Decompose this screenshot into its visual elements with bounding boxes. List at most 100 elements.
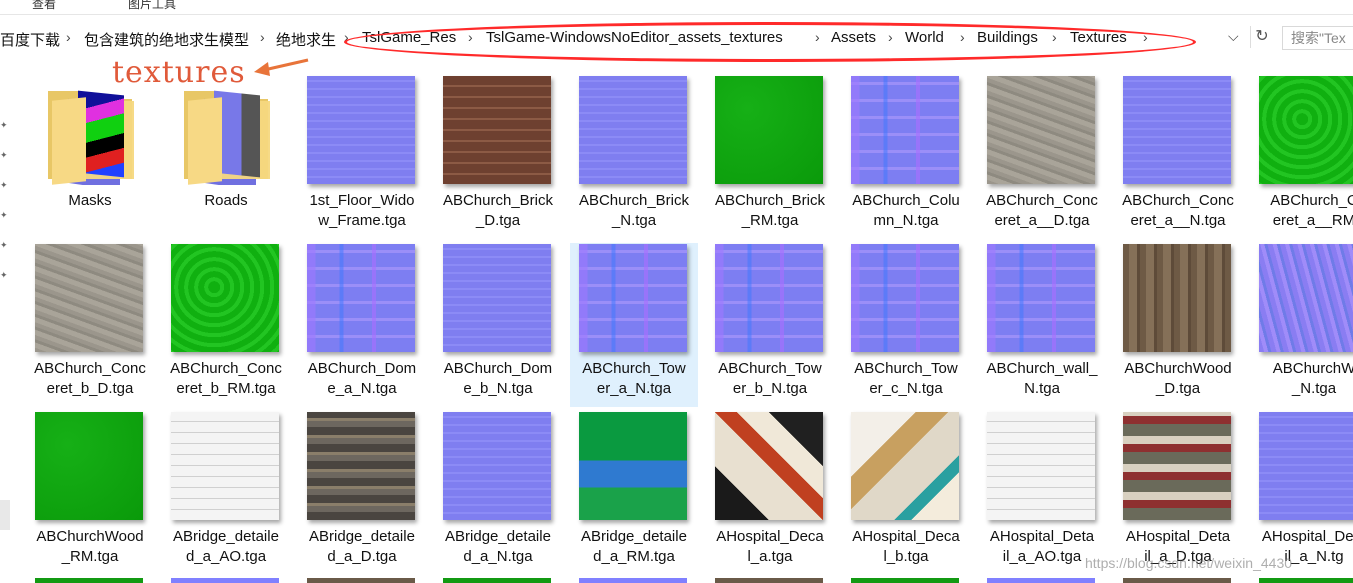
chevron-right-icon[interactable]: › xyxy=(468,29,473,45)
file-item[interactable]: ABChurch_wall_ N.tga xyxy=(978,243,1106,407)
file-name-label: ABChurch_Dom e_a_N.tga xyxy=(298,359,426,399)
file-item[interactable]: ABChurchWood _RM.tga xyxy=(26,411,154,575)
texture-thumbnail-partial[interactable] xyxy=(579,578,687,583)
texture-thumbnail xyxy=(35,244,143,352)
chevron-right-icon[interactable]: › xyxy=(66,29,71,45)
breadcrumb-item[interactable]: 绝地求生 xyxy=(276,29,336,50)
texture-thumbnail xyxy=(443,412,551,520)
file-item[interactable]: ABChurchWood _D.tga xyxy=(1114,243,1242,407)
nav-pane-scrollbar[interactable] xyxy=(0,500,10,530)
folder-item[interactable]: Roads xyxy=(162,75,290,239)
breadcrumb-item[interactable]: Buildings xyxy=(977,29,1038,46)
file-name-label: AHospital_Deca l_a.tga xyxy=(706,527,834,567)
file-name-line: d_a_AO.tga xyxy=(185,548,267,565)
chevron-right-icon[interactable]: › xyxy=(344,29,349,45)
file-item[interactable]: AHospital_Deca l_a.tga xyxy=(706,411,834,575)
file-item[interactable]: ABChurch_Tow er_a_N.tga xyxy=(570,243,698,407)
file-item[interactable]: ABChurch_Dom e_b_N.tga xyxy=(434,243,562,407)
file-item[interactable]: ABridge_detaile d_a_N.tga xyxy=(434,411,562,575)
pin-icon[interactable]: ✦ xyxy=(0,240,8,251)
tab-picture-tools[interactable]: 图片工具 xyxy=(128,0,176,12)
file-name-line: ABChurch_Dom xyxy=(443,360,553,377)
chevron-right-icon[interactable]: › xyxy=(1143,29,1148,45)
file-item[interactable]: ABChurch_C eret_a__RM xyxy=(1250,75,1353,239)
pin-icon[interactable]: ✦ xyxy=(0,210,8,221)
file-item[interactable]: ABridge_detaile d_a_RM.tga xyxy=(570,411,698,575)
texture-thumbnail-partial[interactable] xyxy=(1259,578,1353,583)
chevron-right-icon[interactable]: › xyxy=(1052,29,1057,45)
texture-thumbnail-partial[interactable] xyxy=(35,578,143,583)
chevron-right-icon[interactable]: › xyxy=(260,29,265,45)
breadcrumb-item[interactable]: Textures xyxy=(1070,29,1127,46)
file-name-line: ABChurch_Conc xyxy=(170,360,282,377)
breadcrumb-item[interactable]: 包含建筑的绝地求生模型 xyxy=(84,29,249,50)
tab-view[interactable]: 查看 xyxy=(32,0,56,12)
texture-thumbnail-partial[interactable] xyxy=(851,578,959,583)
file-item[interactable]: AHospital_Detail_a_N.tg xyxy=(1250,411,1353,575)
folder-item[interactable]: Masks xyxy=(26,75,154,239)
breadcrumb-item[interactable]: 百度下载 xyxy=(0,29,60,50)
breadcrumb[interactable]: 百度下载 › 包含建筑的绝地求生模型 › 绝地求生 › TslGame_Res … xyxy=(0,22,1250,54)
breadcrumb-item[interactable]: Assets xyxy=(831,29,876,46)
pin-icon[interactable]: ✦ xyxy=(0,270,8,281)
file-item[interactable]: AHospital_Deca l_b.tga xyxy=(842,411,970,575)
file-name-line: ABChurchW xyxy=(1272,360,1353,377)
pin-icon[interactable]: ✦ xyxy=(0,150,8,161)
chevron-down-icon[interactable]: ⌵ xyxy=(1228,28,1239,45)
file-name-label: Roads xyxy=(162,191,290,211)
pin-icon[interactable]: ✦ xyxy=(0,180,8,191)
texture-thumbnail-partial[interactable] xyxy=(171,578,279,583)
chevron-right-icon[interactable]: › xyxy=(960,29,965,45)
file-item[interactable]: ABChurch_Conc eret_a__N.tga xyxy=(1114,75,1242,239)
file-name-line: ABChurch_Conc xyxy=(34,360,146,377)
file-item[interactable]: ABChurch_Brick _RM.tga xyxy=(706,75,834,239)
file-name-line: l_a.tga xyxy=(747,548,793,565)
breadcrumb-item[interactable]: TslGame_Res xyxy=(362,29,456,46)
file-name-line: ABChurch_Conc xyxy=(1122,192,1234,209)
texture-thumbnail-partial[interactable] xyxy=(715,578,823,583)
pin-icon[interactable]: ✦ xyxy=(0,120,8,131)
refresh-icon[interactable]: ↻ xyxy=(1250,26,1273,48)
file-item[interactable]: ABChurch_Tow er_c_N.tga xyxy=(842,243,970,407)
file-name-line: ABChurch_Colu xyxy=(852,192,960,209)
file-item[interactable]: ABChurch_Conc eret_b_D.tga xyxy=(26,243,154,407)
chevron-right-icon[interactable]: › xyxy=(815,29,820,45)
file-item[interactable]: ABChurch_Tow er_b_N.tga xyxy=(706,243,834,407)
file-name-label: ABChurchW _N.tga xyxy=(1250,359,1353,399)
watermark: https://blog.csdn.net/weixin_4430 xyxy=(1085,555,1293,571)
texture-thumbnail-partial[interactable] xyxy=(1123,578,1231,583)
texture-thumbnail-partial[interactable] xyxy=(307,578,415,583)
file-item[interactable]: 1st_Floor_Wido w_Frame.tga xyxy=(298,75,426,239)
file-item[interactable]: ABChurch_Colu mn_N.tga xyxy=(842,75,970,239)
breadcrumb-item[interactable]: TslGame-WindowsNoEditor_assets_textures xyxy=(486,29,783,46)
file-item[interactable]: ABridge_detaile d_a_AO.tga xyxy=(162,411,290,575)
file-name-label: Masks xyxy=(26,191,154,211)
file-item[interactable]: AHospital_Deta il_a_D.tga xyxy=(1114,411,1242,575)
file-name-label: ABChurch_Tow er_c_N.tga xyxy=(842,359,970,399)
file-item[interactable]: ABridge_detaile d_a_D.tga xyxy=(298,411,426,575)
file-item[interactable]: ABChurch_Dom e_a_N.tga xyxy=(298,243,426,407)
texture-thumbnail-partial[interactable] xyxy=(443,578,551,583)
file-item[interactable]: ABChurch_Brick _D.tga xyxy=(434,75,562,239)
file-name-line: ABChurch_Tow xyxy=(718,360,822,377)
chevron-right-icon[interactable]: › xyxy=(888,29,893,45)
file-name-label: ABridge_detaile d_a_RM.tga xyxy=(570,527,698,567)
texture-thumbnail xyxy=(1259,76,1353,184)
file-item[interactable]: ABChurch_Conc eret_a__D.tga xyxy=(978,75,1106,239)
file-item[interactable]: ABChurch_Conc eret_b_RM.tga xyxy=(162,243,290,407)
texture-thumbnail-partial[interactable] xyxy=(987,578,1095,583)
file-name-line: _RM.tga xyxy=(741,212,799,229)
file-item[interactable]: AHospital_Deta il_a_AO.tga xyxy=(978,411,1106,575)
breadcrumb-item[interactable]: World xyxy=(905,29,944,46)
texture-thumbnail xyxy=(1259,244,1353,352)
file-name-line: ABridge_detaile xyxy=(309,528,415,545)
search-input[interactable]: 搜索"Tex xyxy=(1282,26,1353,50)
file-name-line: ABChurch_Brick xyxy=(442,192,554,209)
file-name-line: mn_N.tga xyxy=(873,212,939,229)
folder-front xyxy=(52,97,86,185)
file-item[interactable]: ABChurchW _N.tga xyxy=(1250,243,1353,407)
file-item[interactable]: ABChurch_Brick _N.tga xyxy=(570,75,698,239)
file-name-label: ABChurch_Conc eret_a__D.tga xyxy=(978,191,1106,231)
file-name-line: er_c_N.tga xyxy=(869,380,943,397)
texture-thumbnail xyxy=(987,244,1095,352)
